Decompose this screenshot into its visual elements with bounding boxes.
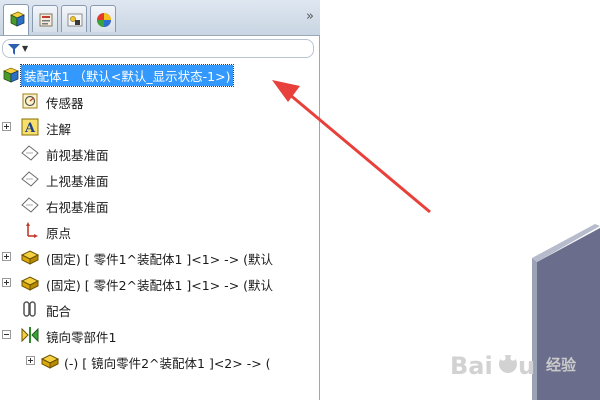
part-icon <box>40 354 60 369</box>
more-tabs-button[interactable]: » <box>306 9 314 24</box>
tree-root-assembly[interactable]: 装配体1 （默认<默认_显示状态-1>) <box>0 62 320 87</box>
tree-filter-input[interactable]: ▼ <box>2 39 314 58</box>
tree-item-part2[interactable]: (固定) [ 零件2^装配体1 ]<1> -> (默认 <box>0 270 320 295</box>
tab-display-manager[interactable] <box>90 5 116 32</box>
filter-icon[interactable] <box>8 44 20 55</box>
expand-toggle[interactable] <box>26 356 35 365</box>
tree-item-front-plane[interactable]: 前视基准面 <box>0 140 320 165</box>
svg-text:Bai: Bai <box>450 352 493 380</box>
tree-root-label: 装配体1 （默认<默认_显示状态-1>) <box>19 64 235 87</box>
tree-item-label: 镜向零部件1 <box>46 330 117 345</box>
model-view <box>532 224 600 400</box>
mates-icon <box>23 301 36 317</box>
tree-item-label: 传感器 <box>46 96 84 111</box>
expand-toggle[interactable] <box>2 252 11 261</box>
tree-item-label: 原点 <box>46 226 72 241</box>
baidu-logo-watermark: Bai u <box>450 352 535 380</box>
tree-item-label: 上视基准面 <box>46 174 109 189</box>
filter-bar: ▼ <box>0 37 318 59</box>
part-icon <box>20 276 40 291</box>
plane-icon <box>21 197 39 213</box>
mirror-component-icon <box>21 327 39 343</box>
feature-manager-icon <box>10 11 25 27</box>
tab-property-manager[interactable] <box>32 5 58 32</box>
configuration-manager-icon <box>67 13 83 27</box>
tree-item-label: (固定) [ 零件2^装配体1 ]<1> -> (默认 <box>46 278 274 293</box>
tree-item-label: 右视基准面 <box>46 200 109 215</box>
tree-item-right-plane[interactable]: 右视基准面 <box>0 192 320 217</box>
tree-item-label: (-) [ 镜向零件2^装配体1 ]<2> -> ( <box>64 356 271 371</box>
feature-manager-panel: » ▼ 装配体1 （默认<默认_显示状态-1>) 传感器 A 注解 前视基准面 … <box>0 0 325 400</box>
sensor-icon <box>22 93 38 109</box>
tree-item-label: 配合 <box>46 304 72 319</box>
part-icon <box>20 250 40 265</box>
tree-item-label: 注解 <box>46 122 72 137</box>
filter-dropdown-icon[interactable]: ▼ <box>22 44 28 53</box>
plane-icon <box>21 171 39 187</box>
display-manager-icon <box>97 13 111 27</box>
tab-feature-manager[interactable] <box>3 4 29 35</box>
expand-toggle[interactable] <box>2 278 11 287</box>
tree-item-part1[interactable]: (固定) [ 零件1^装配体1 ]<1> -> (默认 <box>0 244 320 269</box>
svg-text:u: u <box>518 352 535 380</box>
tree-item-top-plane[interactable]: 上视基准面 <box>0 166 320 191</box>
tree-item-annotations[interactable]: A 注解 <box>0 114 320 139</box>
svg-text:A: A <box>24 121 36 136</box>
watermark: Bai u 经验 <box>448 346 593 390</box>
assembly-icon <box>2 67 20 83</box>
tree-item-label: (固定) [ 零件1^装配体1 ]<1> -> (默认 <box>46 252 274 267</box>
graphics-area[interactable] <box>321 0 600 400</box>
tree-item-origin[interactable]: 原点 <box>0 218 320 243</box>
watermark-text: 经验 <box>546 356 577 374</box>
plane-icon <box>21 145 39 161</box>
tree-item-mirror-component[interactable]: 镜向零部件1 <box>0 322 320 347</box>
tab-configuration-manager[interactable] <box>61 5 87 32</box>
collapse-toggle[interactable] <box>2 330 11 339</box>
tree-item-mates[interactable]: 配合 <box>0 296 320 321</box>
origin-icon <box>26 222 38 238</box>
annotation-icon: A <box>21 118 39 136</box>
tree-item-label: 前视基准面 <box>46 148 109 163</box>
tree-item-sensors[interactable]: 传感器 <box>0 88 320 113</box>
tree-item-mirrored-part2[interactable]: (-) [ 镜向零件2^装配体1 ]<2> -> ( <box>0 348 320 373</box>
property-manager-icon <box>39 13 53 27</box>
panel-tab-bar: » <box>0 0 320 36</box>
expand-toggle[interactable] <box>2 122 11 131</box>
